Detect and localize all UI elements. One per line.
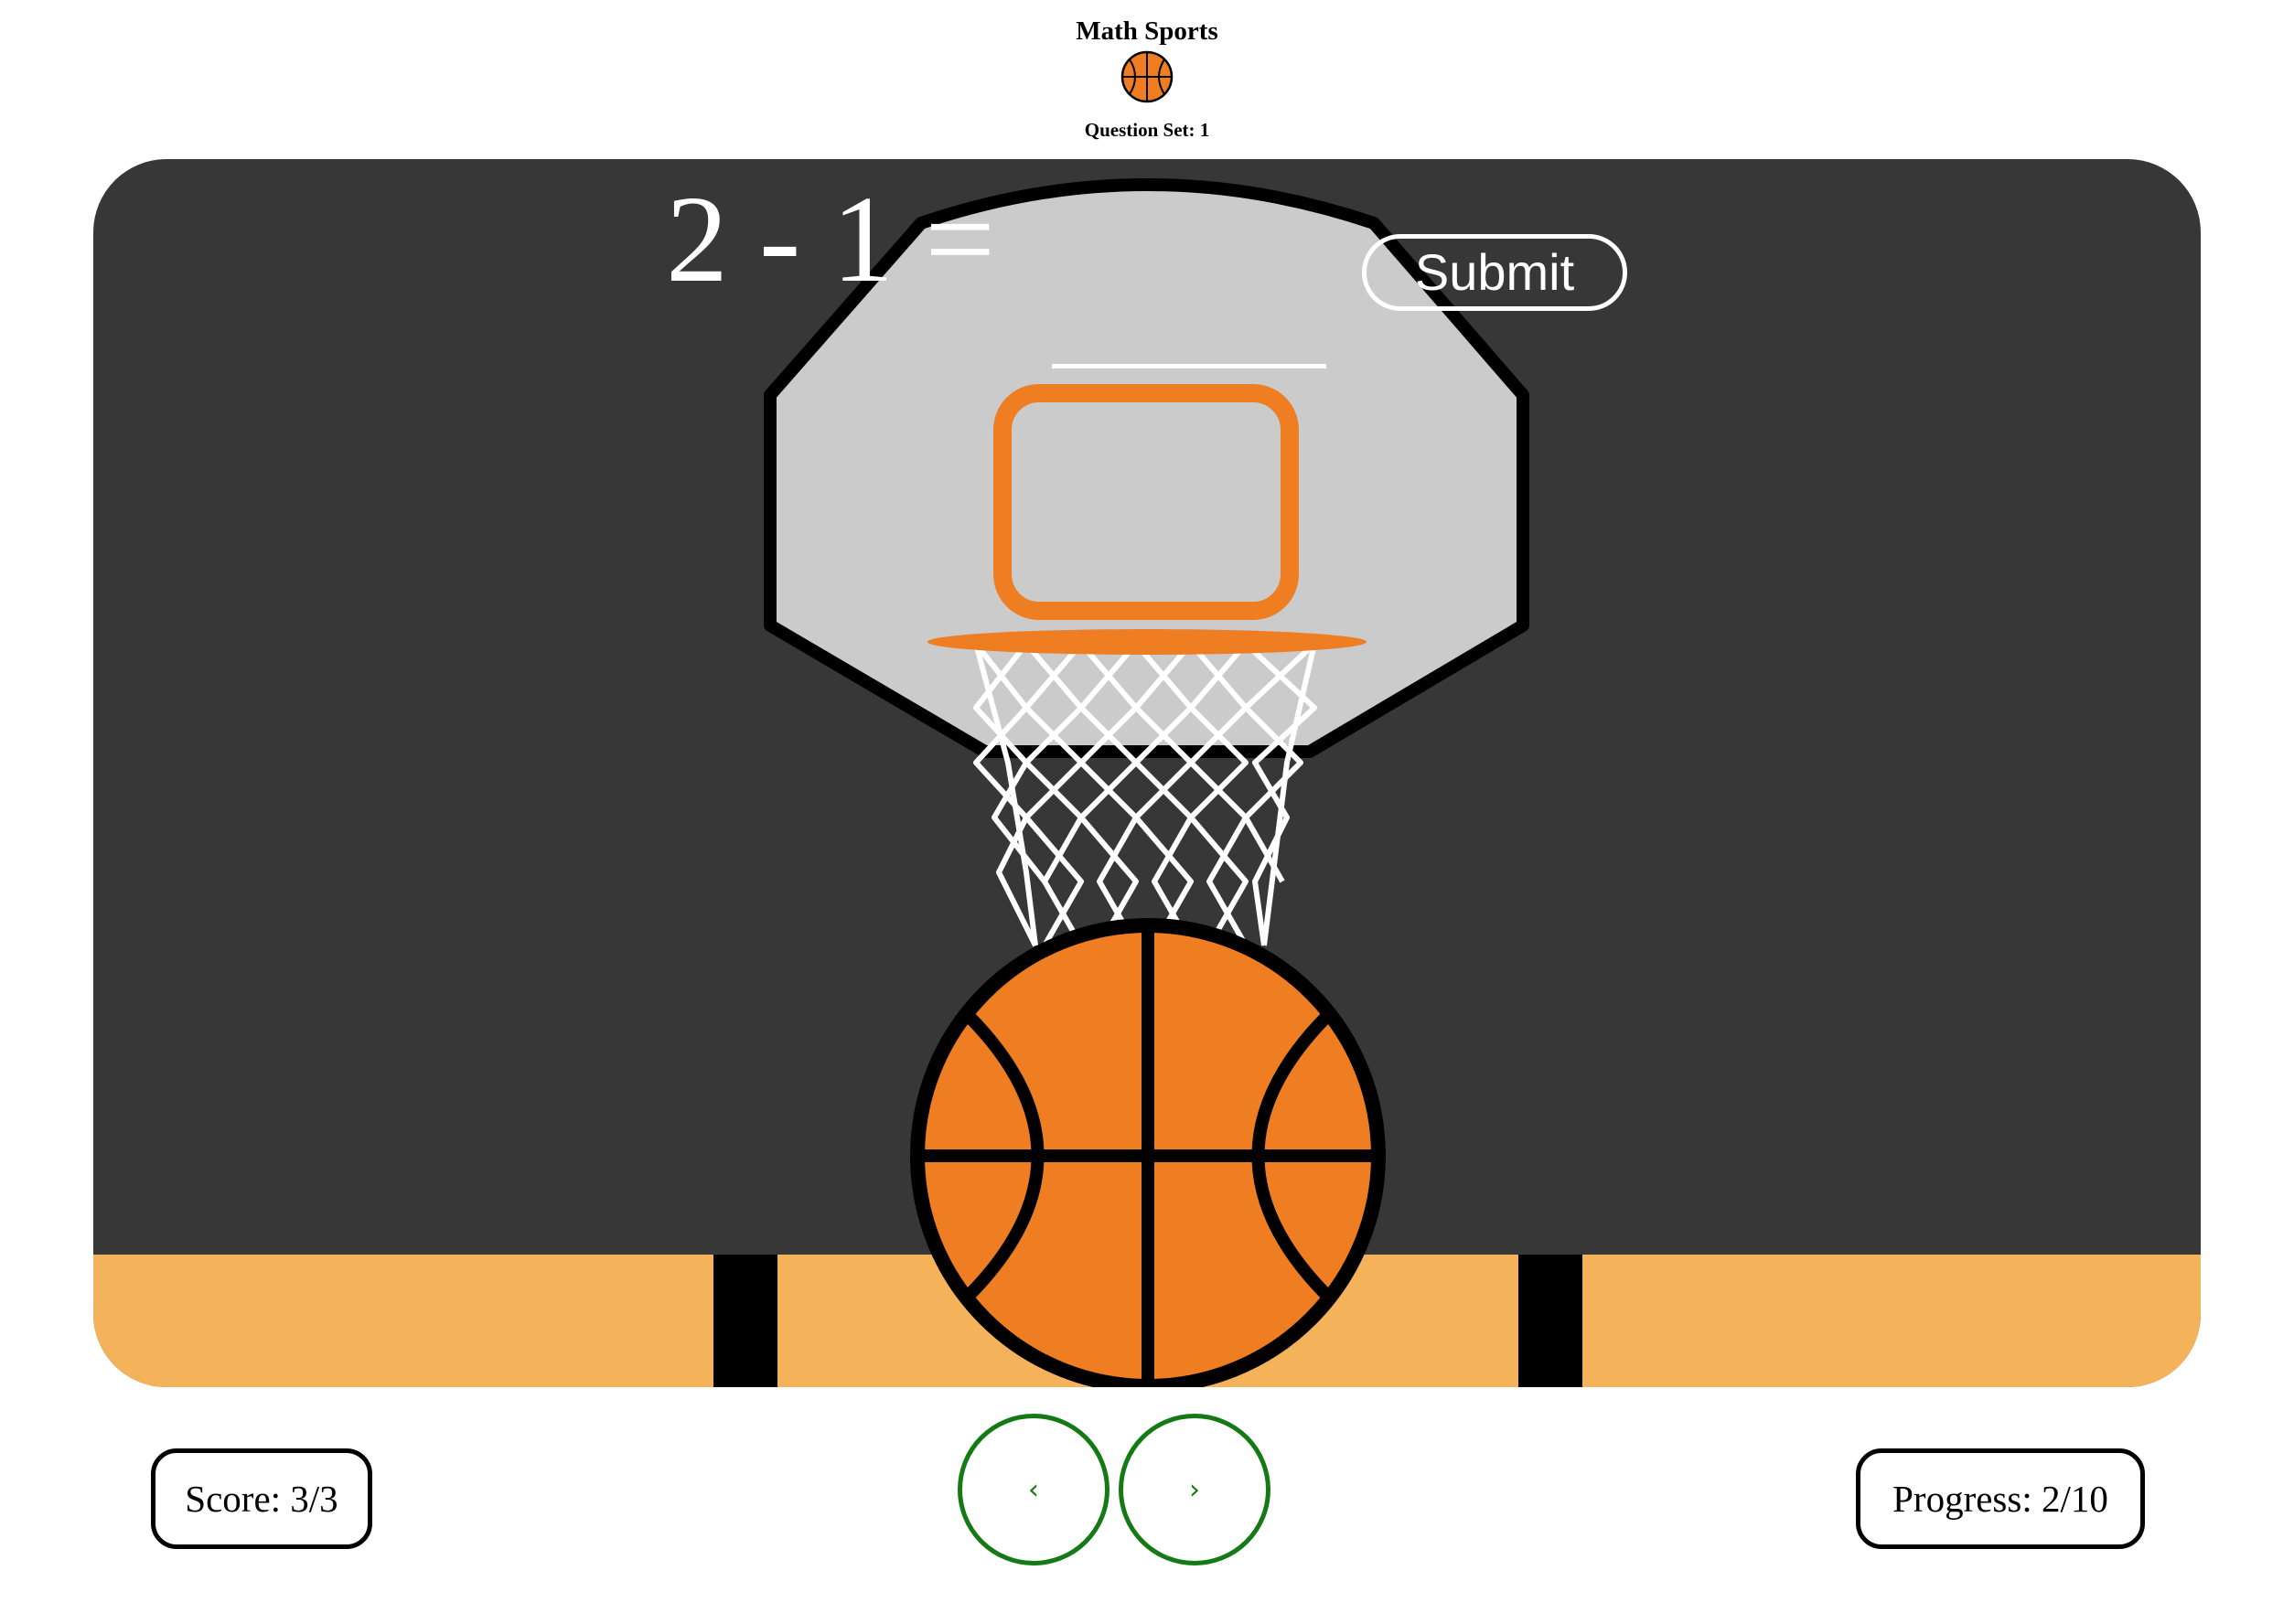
answer-input[interactable] <box>1052 291 1326 369</box>
progress-badge: Progress: 2/10 <box>1856 1448 2145 1549</box>
basketball <box>910 918 1386 1387</box>
floor-post-right <box>1518 1255 1582 1387</box>
chevron-right-icon: › <box>1189 1473 1200 1506</box>
basketball-court: 2 - 1 = Submit <box>93 159 2201 1387</box>
basketball-icon <box>1120 50 1174 103</box>
basketball-rim <box>927 629 1367 655</box>
question-set-label: Question Set: 1 <box>1084 119 1210 141</box>
floor-post-left <box>713 1255 777 1387</box>
next-button[interactable]: › <box>1119 1414 1270 1565</box>
previous-button[interactable]: ‹ <box>958 1414 1109 1565</box>
submit-button[interactable]: Submit <box>1362 234 1627 311</box>
chevron-left-icon: ‹ <box>1028 1473 1039 1506</box>
app-title: Math Sports <box>1076 16 1218 46</box>
math-sports-page: Math Sports Question Set: 1 2 - 1 = Subm… <box>0 0 2294 1624</box>
score-badge: Score: 3/3 <box>151 1448 372 1549</box>
math-equation: 2 - 1 = <box>666 171 995 308</box>
